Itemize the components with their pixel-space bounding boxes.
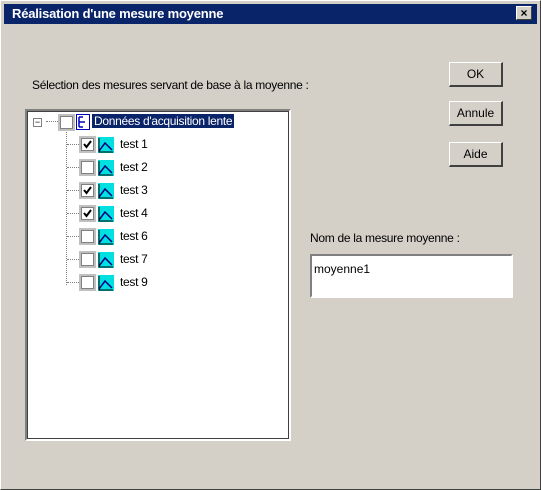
close-icon: ×	[520, 6, 528, 20]
help-button[interactable]: Aide	[449, 142, 503, 167]
tree-item-checkbox-frame	[79, 159, 96, 176]
tree-item-checkbox-frame	[79, 182, 96, 199]
measure-curve-icon	[98, 160, 114, 176]
measure-curve-icon	[98, 183, 114, 199]
tree-item-checkbox[interactable]	[81, 161, 94, 174]
window-title: Réalisation d'une mesure moyenne	[12, 6, 224, 21]
checkmark-icon	[83, 209, 92, 218]
dialog-window: Réalisation d'une mesure moyenne × Sélec…	[0, 0, 541, 490]
ok-button[interactable]: OK	[449, 62, 503, 87]
tree-item[interactable]: test 9	[27, 273, 277, 293]
checkmark-icon	[83, 140, 92, 149]
tree-item-checkbox[interactable]	[81, 138, 94, 151]
measure-name-field[interactable]: moyenne1	[310, 254, 513, 298]
measure-name-value: moyenne1	[314, 262, 371, 276]
tree-item[interactable]: test 2	[27, 158, 277, 178]
checkmark-icon	[83, 186, 92, 195]
tree-item-label[interactable]: test 7	[120, 252, 148, 266]
tree-connector	[67, 167, 79, 168]
tree-connector	[67, 282, 79, 283]
tree-item-label[interactable]: test 6	[120, 229, 148, 243]
measure-tree[interactable]: − Données d'acquisition lente test 1 test…	[25, 109, 291, 441]
tree-item[interactable]: test 3	[27, 181, 277, 201]
tree-item[interactable]: test 6	[27, 227, 277, 247]
tree-connector	[67, 144, 79, 145]
tree-root-label[interactable]: Données d'acquisition lente	[92, 114, 235, 128]
tree-connector	[67, 190, 79, 191]
close-button[interactable]: ×	[516, 6, 532, 20]
tree-item-checkbox-frame	[79, 251, 96, 268]
tree-item[interactable]: test 4	[27, 204, 277, 224]
tree-connector	[67, 236, 79, 237]
tree-item-checkbox-frame	[79, 136, 96, 153]
tree-connector	[67, 259, 79, 260]
measure-curve-icon	[98, 137, 114, 153]
title-bar[interactable]: Réalisation d'une mesure moyenne ×	[4, 4, 537, 24]
tree-item-checkbox-frame	[79, 274, 96, 291]
name-label: Nom de la mesure moyenne :	[310, 231, 460, 245]
root-checkbox-frame	[58, 114, 75, 131]
tree-item-checkbox-frame	[79, 205, 96, 222]
tree-item-label[interactable]: test 2	[120, 160, 148, 174]
measure-curve-icon	[98, 229, 114, 245]
tree-item[interactable]: test 1	[27, 135, 277, 155]
tree-item-label[interactable]: test 9	[120, 275, 148, 289]
root-checkbox[interactable]	[60, 116, 73, 129]
tree-item-checkbox-frame	[79, 228, 96, 245]
tree-item-checkbox[interactable]	[81, 207, 94, 220]
measure-curve-icon	[98, 275, 114, 291]
tree-item-checkbox[interactable]	[81, 253, 94, 266]
tree-item-label[interactable]: test 1	[120, 137, 148, 151]
tree-item-checkbox[interactable]	[81, 184, 94, 197]
measure-curve-icon	[98, 206, 114, 222]
tree-connector	[67, 213, 79, 214]
cancel-button[interactable]: Annule	[449, 101, 503, 126]
tree-item-label[interactable]: test 3	[120, 183, 148, 197]
tree-item-checkbox[interactable]	[81, 230, 94, 243]
tree-item-checkbox[interactable]	[81, 276, 94, 289]
folder-data-icon	[76, 114, 90, 130]
tree-root-node[interactable]: − Données d'acquisition lente	[33, 113, 283, 133]
selection-label: Sélection des mesures servant de base à …	[32, 78, 309, 92]
tree-item[interactable]: test 7	[27, 250, 277, 270]
measure-curve-icon	[98, 252, 114, 268]
tree-item-label[interactable]: test 4	[120, 206, 148, 220]
collapse-icon[interactable]: −	[33, 118, 42, 127]
